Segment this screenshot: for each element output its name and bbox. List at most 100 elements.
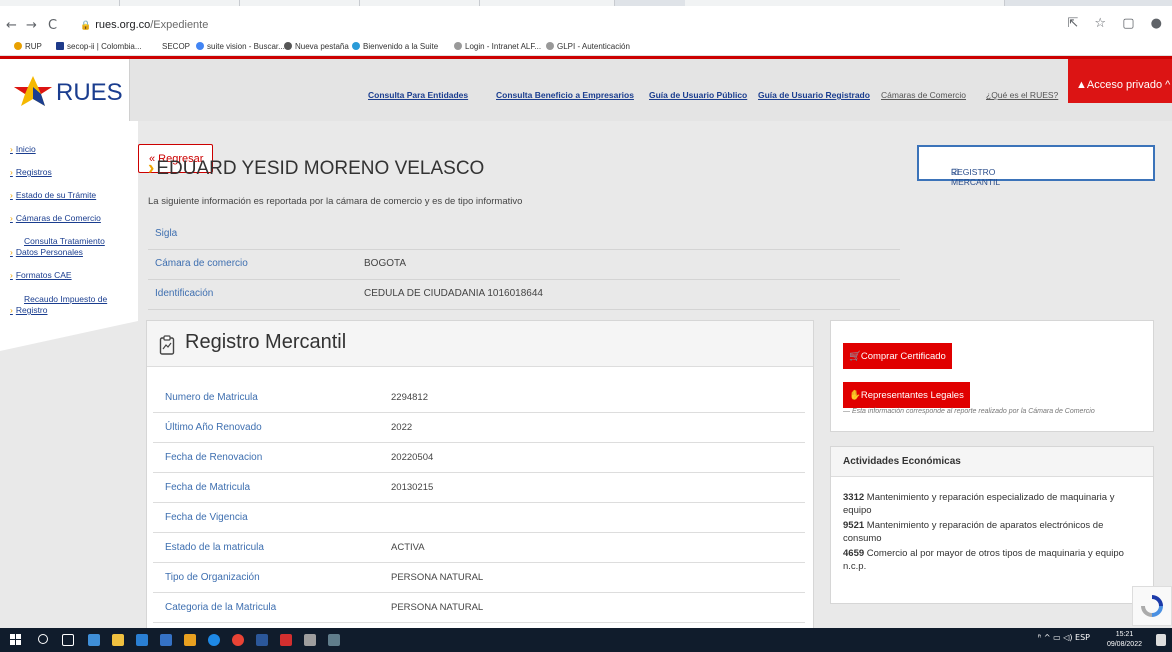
sidebar-item-formatos-cae[interactable]: › Formatos CAE <box>10 270 72 280</box>
windows-start-icon[interactable] <box>10 634 22 646</box>
bookmark-icon <box>56 42 64 50</box>
mail-icon[interactable] <box>160 634 172 646</box>
info-note: — Esta información corresponde al report… <box>843 408 1095 415</box>
info-row: Sigla <box>148 220 900 250</box>
folder-icon[interactable] <box>112 634 124 646</box>
sidebar-item-estado-tramite[interactable]: › Estado de su Trámite <box>10 190 96 200</box>
table-row: Categoria de la Matricula PERSONA NATURAL <box>153 593 805 623</box>
bookmark[interactable]: suite vision - Buscar... <box>196 42 285 51</box>
chevron-right-icon: › <box>10 190 13 200</box>
profile-icon[interactable]: ● <box>1151 16 1162 31</box>
chevron-up-icon: ^ <box>1043 633 1054 642</box>
chevron-right-icon: › <box>10 167 13 177</box>
nav-consulta-entidades[interactable]: Consulta Para Entidades <box>368 90 468 100</box>
actividades-panel: Actividades Económicas 3312 Mantenimient… <box>830 446 1154 604</box>
address-bar: ← → C 🔒 rues.org.co/Expediente ⇱ ☆ ▢ ● <box>0 6 1172 38</box>
edge-icon[interactable] <box>208 634 220 646</box>
nav-camaras[interactable]: Cámaras de Comercio <box>881 90 966 100</box>
bookmark[interactable]: Login - Intranet ALF... <box>454 42 541 51</box>
lock-icon: 🔒 <box>80 20 92 30</box>
taskbar: ᴿ ^ ▭ ◁) ESP 15:21 09/08/2022 <box>0 628 1172 652</box>
search-icon[interactable] <box>38 634 48 644</box>
chevron-right-icon: › <box>10 247 13 257</box>
bookmark-icon <box>14 42 22 50</box>
list-item: 3312 Mantenimiento y reparación especial… <box>843 492 1115 516</box>
notification-icon[interactable] <box>1156 634 1166 646</box>
table-row: Fecha de Matricula 20130215 <box>153 473 805 503</box>
bookmark-icon <box>546 42 554 50</box>
registro-mercantil-box[interactable]: ☑ REGISTRO MERCANTIL <box>917 145 1155 187</box>
info-text: La siguiente información es reportada po… <box>148 196 523 207</box>
panel-header: Actividades Económicas <box>831 447 1153 477</box>
bookmark[interactable]: secop-ii | Colombia... <box>56 42 142 51</box>
table-row: Fecha de Vigencia <box>153 503 805 533</box>
table-row: Numero de Matricula 2294812 <box>153 383 805 413</box>
rues-star-icon <box>14 76 52 106</box>
language-indicator: ESP <box>1075 633 1090 642</box>
nav-consulta-beneficio[interactable]: Consulta Beneficio a Empresarios <box>496 90 634 100</box>
chrome-icon[interactable] <box>232 634 244 646</box>
sidebar-item-camaras[interactable]: › Cámaras de Comercio <box>10 213 101 223</box>
word-icon[interactable] <box>256 634 268 646</box>
bookmarks-bar: RUP secop-ii | Colombia... SECOP suite v… <box>0 38 1172 56</box>
browser-actions: ⇱ ☆ ▢ ● <box>1055 16 1162 31</box>
chevron-right-icon: › <box>10 144 13 154</box>
sidebar-item-recaudo[interactable]: Recaudo Impuesto de <box>24 294 107 304</box>
list-item: 4659 Comercio al por mayor de otros tipo… <box>843 548 1124 572</box>
task-view-icon[interactable] <box>62 634 74 646</box>
registro-mercantil-panel: Registro Mercantil Numero de Matricula 22… <box>146 320 814 640</box>
bookmark[interactable]: GLPI - Autenticación <box>546 42 630 51</box>
cart-icon: 🛒 <box>849 351 861 362</box>
google-icon <box>196 42 204 50</box>
sidebar-item-datos-personales[interactable]: › Datos Personales <box>10 247 83 257</box>
sidebar-item-consulta-tratamiento[interactable]: Consulta Tratamiento <box>24 236 105 246</box>
window-icon[interactable]: ▢ <box>1122 16 1134 31</box>
panel-header: Registro Mercantil <box>147 321 813 367</box>
reload-icon[interactable]: C <box>48 18 57 33</box>
forward-arrow-icon[interactable]: → <box>26 18 37 33</box>
table-row: Tipo de Organización PERSONA NATURAL <box>153 563 805 593</box>
panel-title: Registro Mercantil <box>185 331 347 353</box>
bookmark-icon <box>352 42 360 50</box>
nav-guia-publico[interactable]: Guía de Usuario Público <box>649 90 747 100</box>
sidebar-item-registros[interactable]: › Registros <box>10 167 52 177</box>
recaptcha-badge[interactable] <box>1132 586 1172 626</box>
user-icon: ▲ <box>1076 79 1087 91</box>
volume-icon: ◁) <box>1063 633 1073 642</box>
bookmark[interactable]: RUP <box>14 42 42 51</box>
representantes-legales-button[interactable]: ✋Representantes Legales <box>843 382 970 408</box>
system-tray[interactable]: ᴿ ^ ▭ ◁) ESP <box>1038 633 1090 642</box>
bookmark[interactable]: Bienvenido a la Suite <box>352 42 438 51</box>
table-row: Fecha de Renovacion 20220504 <box>153 443 805 473</box>
back-arrow-icon[interactable]: ← <box>6 18 17 33</box>
url-field[interactable]: 🔒 rues.org.co/Expediente <box>80 19 208 31</box>
comprar-certificado-button[interactable]: 🛒Comprar Certificado <box>843 343 952 369</box>
app-icon[interactable] <box>304 634 316 646</box>
store-icon[interactable] <box>136 634 148 646</box>
clock[interactable]: 15:21 09/08/2022 <box>1107 630 1142 650</box>
app-icon[interactable] <box>328 634 340 646</box>
app-icon[interactable] <box>88 634 100 646</box>
sidebar-item-registro[interactable]: › Registro <box>10 305 48 315</box>
recaptcha-icon <box>1141 595 1163 617</box>
chevron-up-icon: ^ <box>1162 79 1171 91</box>
logo[interactable]: RUES <box>0 59 130 121</box>
acceso-privado-button[interactable]: ▲Acceso privado ^ <box>1068 59 1172 103</box>
page-title: › EDUARD YESID MORENO VELASCO <box>148 158 485 179</box>
bookmark[interactable]: SECOP <box>162 42 190 51</box>
bookmark[interactable]: Nueva pestaña <box>284 42 349 51</box>
clipboard-icon <box>159 335 175 355</box>
nav-que-es-rues[interactable]: ¿Qué es el RUES? <box>986 90 1058 100</box>
nav-guia-registrado[interactable]: Guía de Usuario Registrado <box>758 90 870 100</box>
chevron-right-icon: › <box>10 305 13 315</box>
share-icon[interactable]: ⇱ <box>1067 16 1078 31</box>
info-row: Identificación CEDULA DE CIUDADANIA 10160… <box>148 280 900 310</box>
list-item: 9521 Mantenimiento y reparación de apara… <box>843 520 1104 544</box>
site-header: RUES Consulta Para Entidades Consulta Be… <box>0 59 1172 121</box>
star-icon[interactable]: ☆ <box>1094 16 1106 31</box>
sidebar-item-inicio[interactable]: › Inicio <box>10 144 36 154</box>
acrobat-icon[interactable] <box>280 634 292 646</box>
app-icon[interactable] <box>184 634 196 646</box>
network-icon: ▭ <box>1053 633 1061 642</box>
hand-icon: ✋ <box>849 390 861 401</box>
